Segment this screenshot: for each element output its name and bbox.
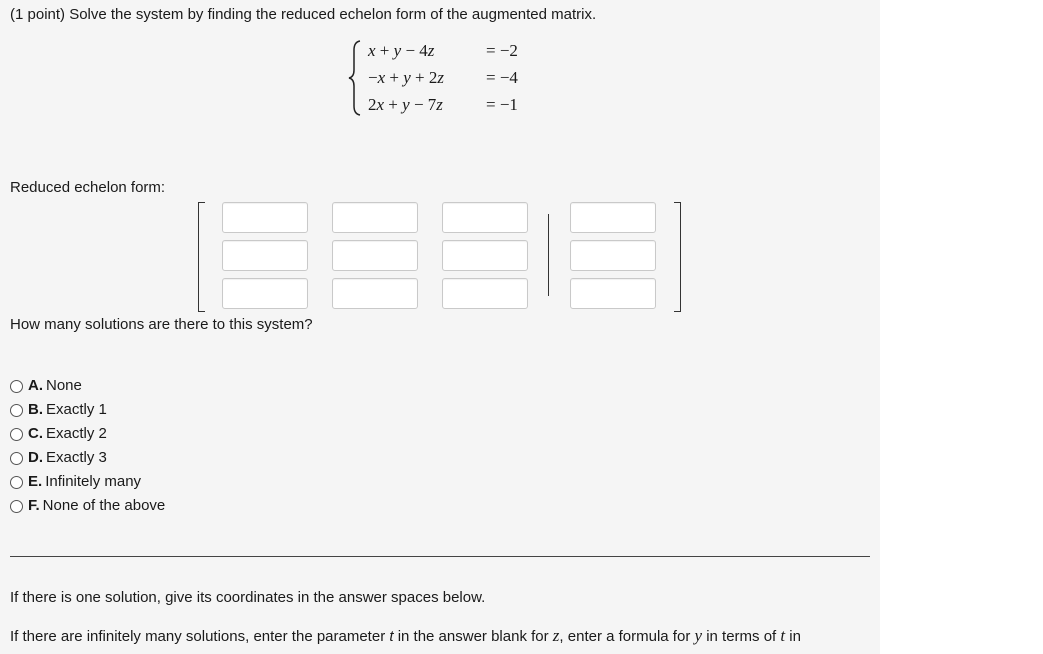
option-text: Exactly 2 xyxy=(46,425,107,442)
rref-cell-r2-c4[interactable] xyxy=(570,240,656,271)
instruction-one-solution: If there is one solution, give its coord… xyxy=(10,589,486,606)
option-exactly-2[interactable]: C. Exactly 2 xyxy=(10,425,107,443)
radio-button[interactable] xyxy=(10,404,23,417)
section-divider xyxy=(10,556,870,557)
instruction-text: in the answer blank for xyxy=(393,628,553,645)
rref-cell-r1-c3[interactable] xyxy=(442,202,528,233)
option-letter: D. xyxy=(28,449,43,466)
option-exactly-3[interactable]: D. Exactly 3 xyxy=(10,449,107,467)
radio-button[interactable] xyxy=(10,380,23,393)
rref-cell-r3-c1[interactable] xyxy=(222,278,308,309)
solutions-question: How many solutions are there to this sys… xyxy=(10,316,313,333)
left-brace-icon xyxy=(348,40,361,116)
option-letter: A. xyxy=(28,377,43,394)
rref-cell-r3-c2[interactable] xyxy=(332,278,418,309)
rref-cell-r3-c3[interactable] xyxy=(442,278,528,309)
rref-cell-r1-c1[interactable] xyxy=(222,202,308,233)
problem-panel: (1 point) Solve the system by finding th… xyxy=(0,0,880,654)
instruction-text: in xyxy=(785,628,801,645)
option-text: Infinitely many xyxy=(45,473,142,490)
instruction-infinite-solutions: If there are infinitely many solutions, … xyxy=(10,627,801,646)
instruction-text: If there are infinitely many solutions, … xyxy=(10,628,390,645)
radio-button[interactable] xyxy=(10,428,23,441)
rref-cell-r1-c2[interactable] xyxy=(332,202,418,233)
option-text: None of the above xyxy=(42,497,166,514)
rref-cell-r2-c1[interactable] xyxy=(222,240,308,271)
rref-cell-r2-c2[interactable] xyxy=(332,240,418,271)
option-infinitely-many[interactable]: E. Infinitely many xyxy=(10,473,141,491)
rref-cell-r3-c4[interactable] xyxy=(570,278,656,309)
option-letter: E. xyxy=(28,473,43,490)
instruction-text: , enter a formula for xyxy=(559,628,695,645)
option-text: Exactly 3 xyxy=(46,449,107,466)
radio-button[interactable] xyxy=(10,452,23,465)
matrix-left-bracket xyxy=(198,202,205,312)
rref-cell-r1-c4[interactable] xyxy=(570,202,656,233)
question-prompt: (1 point) Solve the system by finding th… xyxy=(10,6,597,23)
option-none-of-the-above[interactable]: F. None of the above xyxy=(10,497,165,515)
equation-row-2-lhs: −x + y + 2z xyxy=(368,68,444,87)
option-letter: B. xyxy=(28,401,43,418)
augmented-divider xyxy=(548,214,549,296)
option-text: None xyxy=(46,377,82,394)
equation-row-3-rhs: = −1 xyxy=(486,95,518,114)
option-text: Exactly 1 xyxy=(46,401,107,418)
option-none[interactable]: A. None xyxy=(10,377,82,395)
instruction-text: in terms of xyxy=(702,628,781,645)
option-letter: C. xyxy=(28,425,43,442)
option-exactly-1[interactable]: B. Exactly 1 xyxy=(10,401,107,419)
var-y: y xyxy=(694,626,703,645)
equation-row-1-lhs: x + y − 4z xyxy=(368,41,435,60)
rref-label: Reduced echelon form: xyxy=(10,179,166,196)
option-letter: F. xyxy=(28,497,40,514)
equation-row-3-lhs: 2x + y − 7z xyxy=(368,95,443,114)
equation-row-1-rhs: = −2 xyxy=(486,41,518,60)
matrix-right-bracket xyxy=(674,202,681,312)
radio-button[interactable] xyxy=(10,476,23,489)
rref-cell-r2-c3[interactable] xyxy=(442,240,528,271)
radio-button[interactable] xyxy=(10,500,23,513)
equation-row-2-rhs: = −4 xyxy=(486,68,518,87)
